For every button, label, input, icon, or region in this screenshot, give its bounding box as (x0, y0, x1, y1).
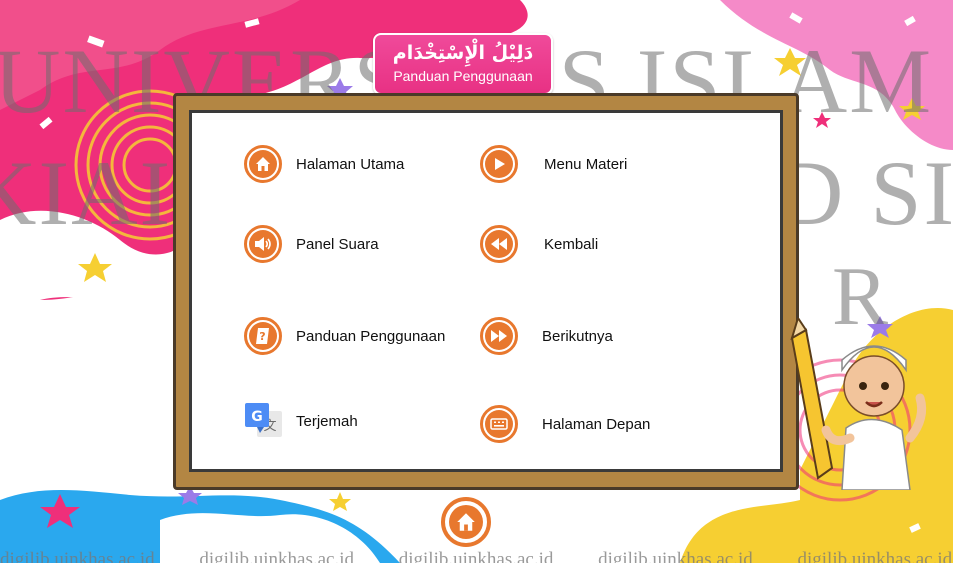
guide-item-label: Halaman Depan (542, 415, 651, 433)
guide-item-home[interactable]: Halaman Utama (244, 145, 404, 183)
guide-item-label: Panduan Penggunaan (296, 327, 446, 345)
guide-item-label: Berikutnya (542, 327, 613, 345)
guide-item-front-page[interactable]: Halaman Depan (480, 405, 650, 443)
repository-watermark-text: digilib.uinkhas.ac.id (398, 549, 554, 563)
help-book-icon: ? (244, 317, 282, 355)
home-button[interactable] (441, 497, 491, 547)
rewind-icon (480, 225, 518, 263)
keyboard-icon (480, 405, 518, 443)
repository-watermark-text: digilib.uinkhas.ac.id (797, 549, 953, 563)
home-icon (449, 505, 483, 539)
repository-watermark-text: digilib.uinkhas.ac.id (0, 549, 155, 563)
fast-forward-icon (480, 317, 518, 355)
guide-item-back[interactable]: Kembali (480, 225, 598, 263)
guide-board: Halaman Utama Menu Materi Panel Suara Ke… (173, 93, 799, 490)
mascot-boy-illustration (790, 318, 927, 490)
repository-watermark-text: digilib.uinkhas.ac.id (199, 549, 354, 563)
guide-item-sound-panel[interactable]: Panel Suara (244, 225, 379, 263)
home-icon (244, 145, 282, 183)
svg-text:G: G (251, 409, 263, 425)
guide-item-label: Halaman Utama (296, 155, 405, 173)
guide-board-panel: Halaman Utama Menu Materi Panel Suara Ke… (189, 110, 783, 472)
guide-item-label: Kembali (544, 235, 599, 253)
guide-item-next[interactable]: Berikutnya (480, 317, 613, 355)
speaker-icon (244, 225, 282, 263)
page-title-latin: Panduan Penggunaan (393, 68, 533, 84)
guide-item-label: Terjemah (296, 412, 358, 430)
svg-text:?: ? (259, 330, 265, 343)
play-icon (480, 145, 518, 183)
repository-watermark: digilib.uinkhas.ac.id digilib.uinkhas.ac… (0, 549, 953, 563)
repository-watermark-text: digilib.uinkhas.ac.id (598, 549, 753, 563)
guide-item-label: Panel Suara (296, 235, 379, 253)
page-title-arabic: دَلِيْلُ الْإِسْتِخْدَام (392, 42, 534, 64)
page-title-badge: دَلِيْلُ الْإِسْتِخْدَام Panduan Penggun… (373, 33, 553, 95)
guide-item-menu-materi[interactable]: Menu Materi (480, 145, 627, 183)
slide: UNIVERSITAS ISLAM NEGERI KIAI HAJI ACHMA… (0, 0, 953, 563)
guide-item-label: Menu Materi (544, 155, 628, 173)
translate-icon: 文 G (244, 401, 284, 441)
guide-item-translate[interactable]: 文 G Terjemah (244, 401, 358, 441)
guide-item-user-guide[interactable]: ? Panduan Penggunaan (244, 317, 445, 355)
